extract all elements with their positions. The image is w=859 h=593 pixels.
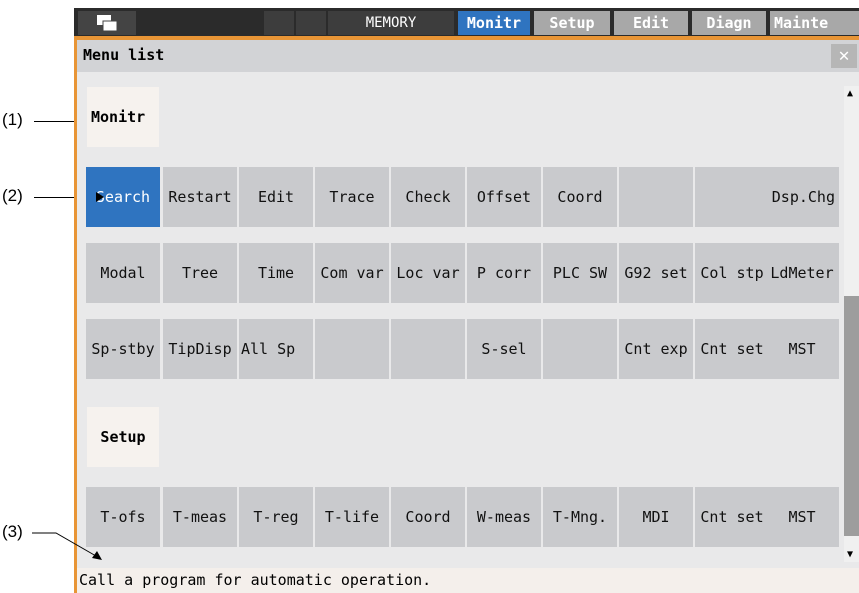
scroll-thumb[interactable] — [844, 296, 859, 536]
cnc-screen: MEMORY Monitr Setup Edit Diagn Mainte Me… — [74, 0, 859, 593]
menu-w-meas[interactable]: W-meas — [467, 487, 541, 547]
screen-icon — [97, 15, 118, 32]
menu-time[interactable]: Time — [239, 243, 313, 303]
menu-empty-3 — [315, 319, 389, 379]
menu-mst[interactable]: MST — [765, 319, 839, 379]
menu-g92-set[interactable]: G92 set — [619, 243, 693, 303]
tab-setup[interactable]: Setup — [534, 11, 610, 35]
menu-cnt-set[interactable]: Cnt set — [695, 319, 769, 379]
menu-tree[interactable]: Tree — [163, 243, 237, 303]
menu-s-sel[interactable]: S-sel — [467, 319, 541, 379]
menu-col-stp[interactable]: Col stp — [695, 243, 769, 303]
menu-edit[interactable]: Edit — [239, 167, 313, 227]
tab-mainte[interactable]: Mainte — [770, 11, 859, 35]
menu-modal[interactable]: Modal — [86, 243, 160, 303]
menu-t-life[interactable]: T-life — [315, 487, 389, 547]
category-header-setup: Setup — [87, 407, 159, 467]
menu-setup-mst[interactable]: MST — [765, 487, 839, 547]
menu-tipdisp[interactable]: TipDisp — [163, 319, 237, 379]
menu-t-meas[interactable]: T-meas — [163, 487, 237, 547]
tab-diagn[interactable]: Diagn — [692, 11, 766, 35]
menu-empty-1 — [619, 167, 693, 227]
menu-setup-coord[interactable]: Coord — [391, 487, 465, 547]
scroll-down-icon[interactable]: ▼ — [847, 549, 853, 560]
scroll-up-icon[interactable]: ▲ — [847, 88, 853, 99]
menu-sp-stby[interactable]: Sp-stby — [86, 319, 160, 379]
menu-empty-2 — [695, 167, 769, 227]
annotation-2-arrow — [96, 192, 104, 202]
annotation-3: (3) — [2, 522, 23, 541]
status-cell-2 — [296, 11, 326, 35]
tab-monitr[interactable]: Monitr — [458, 11, 530, 35]
mode-indicator: MEMORY — [328, 11, 454, 35]
status-cell-1 — [264, 11, 294, 35]
menu-setup-cnt-set[interactable]: Cnt set — [695, 487, 769, 547]
menu-list-titlebar: Menu list ✕ — [77, 40, 859, 72]
status-bar: MEMORY Monitr Setup Edit Diagn Mainte — [74, 8, 859, 36]
annotation-2: (2) — [2, 186, 23, 205]
menu-offset[interactable]: Offset — [467, 167, 541, 227]
menu-restart[interactable]: Restart — [163, 167, 237, 227]
menu-empty-4 — [391, 319, 465, 379]
menu-t-mng[interactable]: T-Mng. — [543, 487, 617, 547]
menu-trace[interactable]: Trace — [315, 167, 389, 227]
menu-empty-5 — [543, 319, 617, 379]
menu-grid: Monitr Search Restart Edit Trace Check O… — [77, 72, 843, 552]
menu-check[interactable]: Check — [391, 167, 465, 227]
annotation-1: (1) — [2, 110, 23, 129]
menu-dsp-chg[interactable]: Dsp.Chg — [765, 167, 839, 227]
window-title: Menu list — [83, 46, 165, 64]
menu-t-reg[interactable]: T-reg — [239, 487, 313, 547]
menu-plc-sw[interactable]: PLC SW — [543, 243, 617, 303]
menu-cnt-exp[interactable]: Cnt exp — [619, 319, 693, 379]
menu-mdi[interactable]: MDI — [619, 487, 693, 547]
tab-edit[interactable]: Edit — [614, 11, 688, 35]
menu-list-window: Menu list ✕ Monitr Search Restart Edit T… — [77, 40, 859, 593]
menu-com-var[interactable]: Com var — [315, 243, 389, 303]
menu-all-sp[interactable]: All Sp — [239, 319, 313, 379]
category-header-monitr: Monitr — [87, 87, 159, 147]
menu-ldmeter[interactable]: LdMeter — [765, 243, 839, 303]
menu-loc-var[interactable]: Loc var — [391, 243, 465, 303]
status-message: Call a program for automatic operation. — [77, 568, 859, 593]
annotation-3-arrow — [32, 532, 102, 560]
menu-coord[interactable]: Coord — [543, 167, 617, 227]
menu-p-corr[interactable]: P corr — [467, 243, 541, 303]
close-button[interactable]: ✕ — [831, 44, 857, 68]
screen-icon-cell — [78, 11, 136, 35]
vertical-scrollbar[interactable]: ▲ ▼ — [844, 86, 859, 562]
